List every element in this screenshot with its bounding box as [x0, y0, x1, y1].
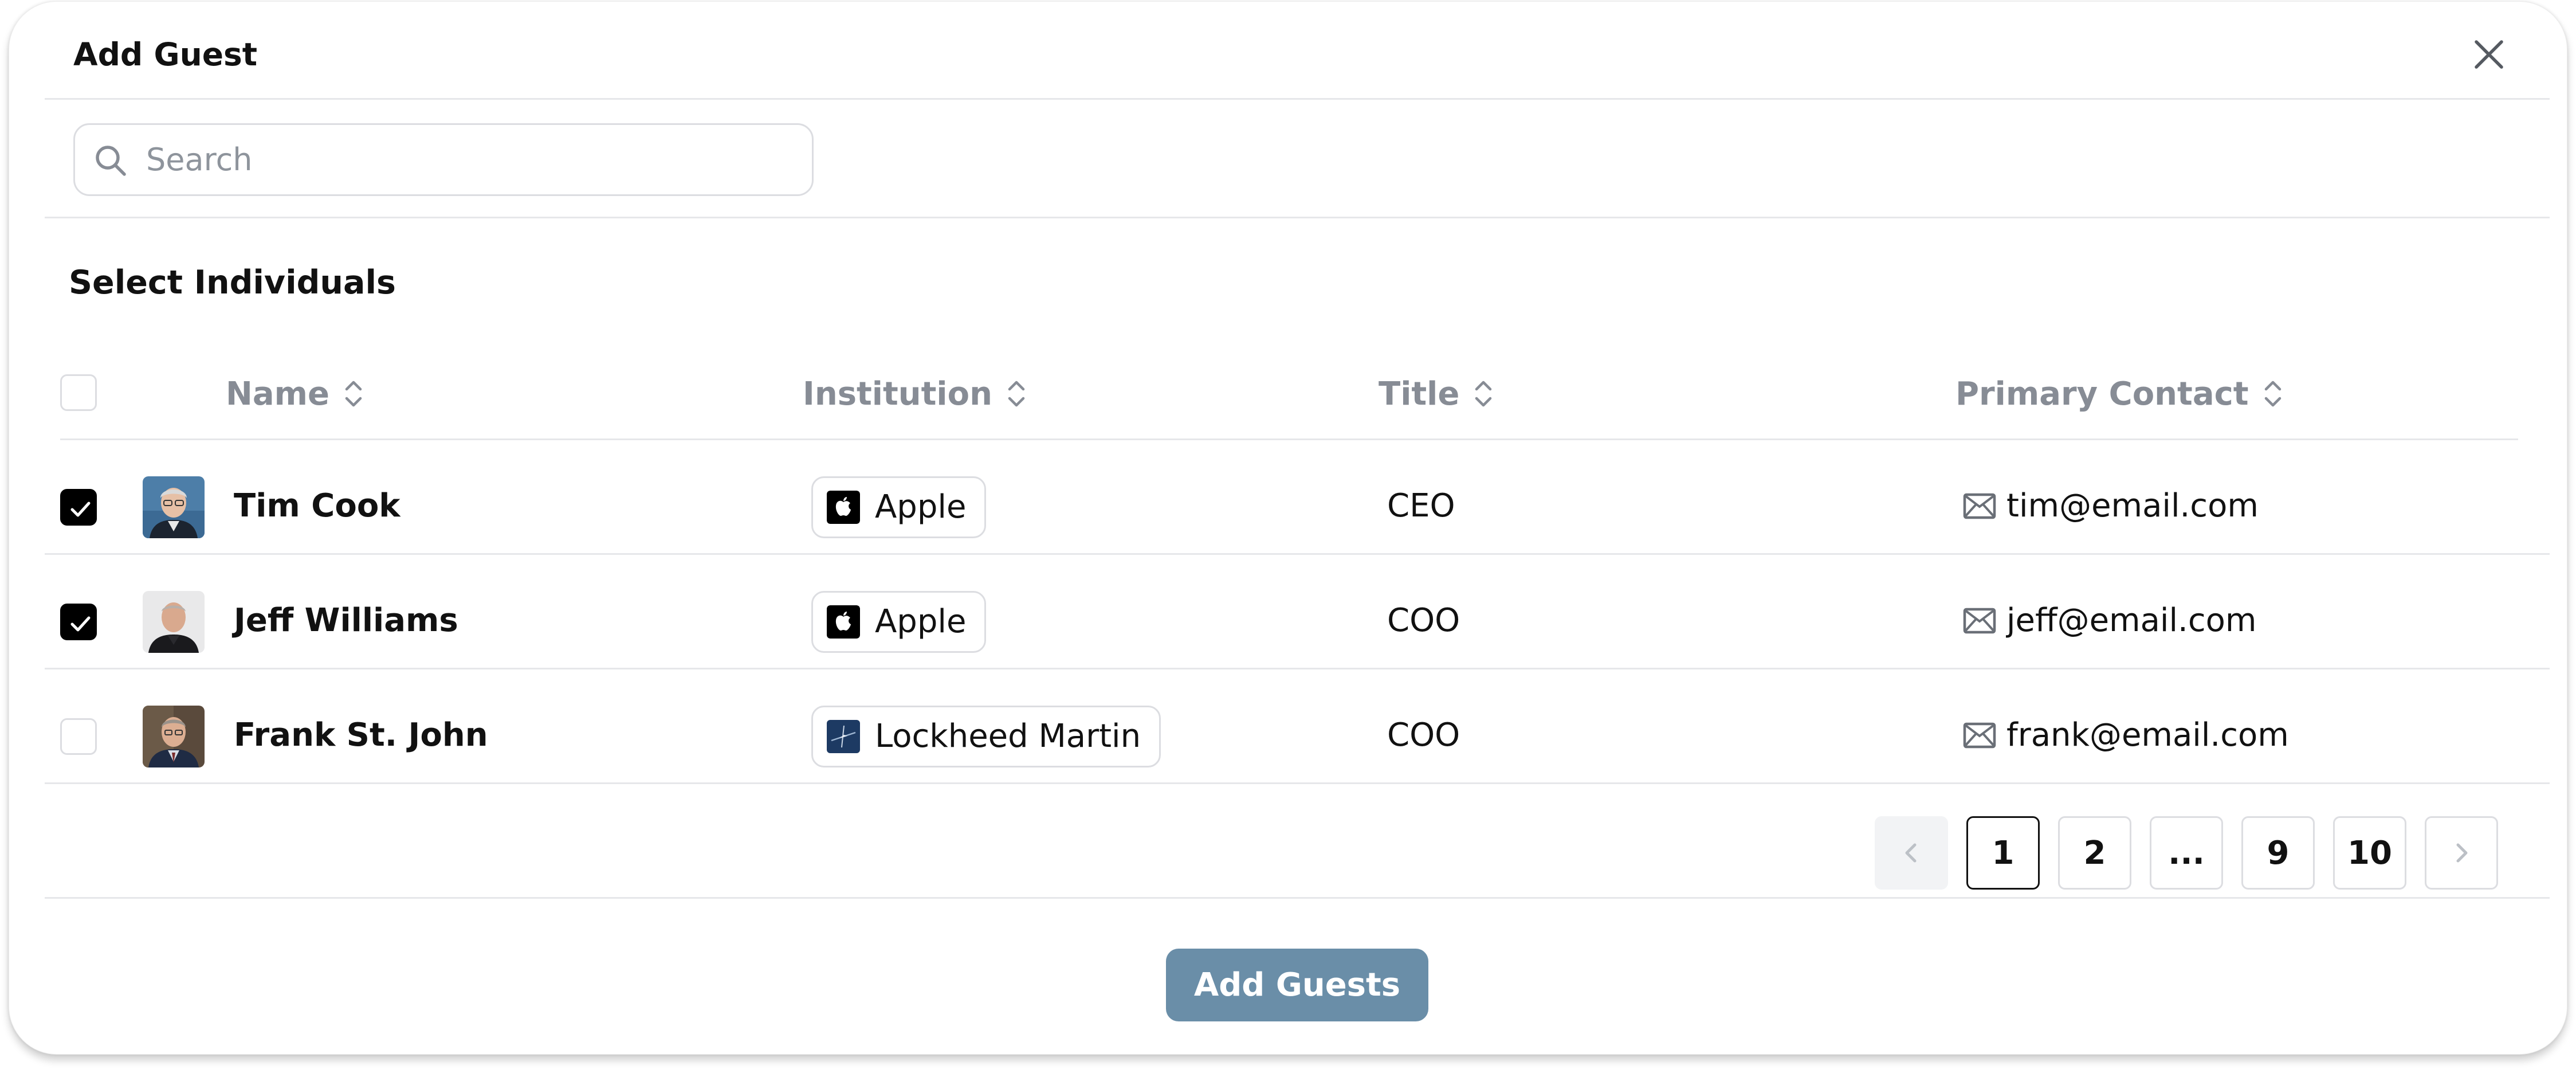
row-divider [45, 553, 2550, 555]
page-button-9[interactable]: 9 [2241, 816, 2315, 890]
person-name: Tim Cook [234, 487, 400, 524]
mail-icon [1963, 493, 1996, 519]
primary-contact[interactable]: jeff@email.com [1963, 598, 2256, 644]
apple-logo-icon [827, 491, 860, 524]
close-icon [2475, 40, 2503, 69]
primary-contact[interactable]: frank@email.com [1963, 712, 2289, 758]
lockheed-martin-logo-icon [827, 720, 860, 753]
person-title: COO [1387, 602, 1460, 639]
sort-icon [2264, 381, 2281, 407]
avatar [143, 591, 205, 653]
page-ellipsis[interactable]: ... [2150, 816, 2223, 890]
search-icon [96, 146, 126, 176]
contact-email: frank@email.com [2006, 716, 2289, 754]
close-button[interactable] [2468, 34, 2510, 75]
person-title: COO [1387, 716, 1460, 754]
column-header-name[interactable]: Name [226, 371, 365, 417]
column-header-title[interactable]: Title [1379, 371, 1495, 417]
search-field[interactable] [73, 123, 814, 196]
avatar [143, 476, 205, 538]
contact-email: tim@email.com [2006, 487, 2259, 524]
institution-badge: Apple [811, 476, 987, 538]
mail-icon [1963, 608, 1996, 634]
institution-name: Apple [875, 603, 967, 640]
search-input[interactable] [145, 130, 798, 190]
page-button-1[interactable]: 1 [1966, 816, 2040, 890]
row-checkbox[interactable] [60, 489, 97, 526]
next-page-button[interactable] [2425, 816, 2498, 890]
footer-divider [45, 897, 2550, 899]
institution-name: Apple [875, 488, 967, 526]
search-divider [45, 217, 2550, 218]
person-name: Frank St. John [234, 716, 488, 754]
institution-name: Lockheed Martin [875, 718, 1141, 755]
avatar [143, 706, 205, 767]
institution-badge: Apple [811, 591, 987, 653]
column-header-label: Title [1379, 375, 1460, 413]
primary-contact[interactable]: tim@email.com [1963, 483, 2259, 529]
header-divider [45, 98, 2550, 100]
previous-page-button[interactable] [1875, 816, 1948, 890]
dialog-title: Add Guest [73, 36, 258, 73]
checkmark-icon [70, 616, 91, 632]
page-button-10[interactable]: 10 [2333, 816, 2406, 890]
sort-icon [345, 381, 362, 407]
add-guest-dialog: Add Guest Select Individuals Name Instit… [9, 1, 2567, 1055]
sort-icon [1475, 381, 1492, 407]
row-checkbox[interactable] [60, 604, 97, 640]
column-header-label: Name [226, 375, 329, 413]
mail-icon [1963, 722, 1996, 749]
row-divider [45, 782, 2550, 784]
checkmark-icon [70, 502, 91, 517]
sort-icon [1008, 381, 1025, 407]
add-guests-button[interactable]: Add Guests [1166, 949, 1428, 1021]
apple-logo-icon [827, 605, 860, 639]
column-header-label: Institution [803, 375, 992, 413]
page-button-2[interactable]: 2 [2058, 816, 2131, 890]
column-header-primary-contact[interactable]: Primary Contact [1955, 371, 2284, 417]
row-checkbox[interactable] [60, 718, 97, 755]
chevron-right-icon [2456, 843, 2468, 863]
contact-email: jeff@email.com [2006, 602, 2257, 639]
column-header-institution[interactable]: Institution [803, 371, 1028, 417]
institution-badge: Lockheed Martin [811, 706, 1161, 767]
table-header-divider [60, 438, 2518, 440]
select-all-checkbox[interactable] [60, 374, 97, 411]
section-title: Select Individuals [69, 264, 396, 301]
person-name: Jeff Williams [234, 602, 458, 639]
chevron-left-icon [1905, 843, 1917, 863]
row-divider [45, 668, 2550, 669]
person-title: CEO [1387, 487, 1455, 524]
column-header-label: Primary Contact [1955, 375, 2249, 413]
